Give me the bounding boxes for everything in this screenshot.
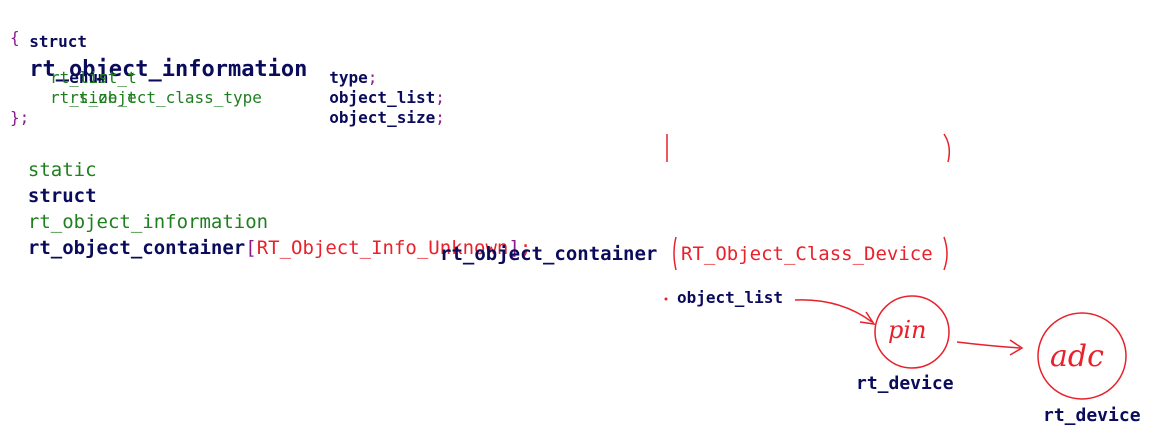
static-keyword: static (27, 159, 97, 181)
arrow-line (956, 341, 1021, 349)
field-semicolon: ; (435, 108, 445, 127)
arrow-line (794, 299, 873, 323)
diagram-container-label: rt_object_container (440, 243, 658, 265)
struct-header: struct rt_object_information (10, 0, 307, 82)
pin-node-circle (874, 295, 950, 369)
annotation-dot (664, 297, 668, 301)
adc-node-circle (1037, 312, 1127, 400)
object-list-label: object_list (677, 288, 783, 307)
container-type: rt_object_information (27, 211, 269, 233)
adc-caption: rt_device (1043, 405, 1141, 426)
annotation-bracket-left (673, 236, 677, 271)
struct-keyword: struct (27, 185, 97, 207)
annotation-bracket-right (943, 236, 948, 271)
arrow-head (859, 311, 876, 325)
arrow-head (1009, 339, 1024, 356)
open-bracket: [ (245, 237, 257, 259)
struct-field-list-type: rt_list_t (50, 68, 137, 87)
adc-node-label: adc (1050, 339, 1104, 374)
container-var: rt_object_container (27, 237, 246, 259)
diagram-class-index: RT_Object_Class_Device (681, 243, 933, 265)
field-name: object_size (329, 108, 436, 127)
open-brace: { (10, 28, 20, 47)
pin-caption: rt_device (856, 373, 954, 394)
struct-field-size-type: rt_size_t (50, 88, 137, 107)
annotation-bracket-right (943, 133, 951, 163)
struct-field-size-name: object_size; (310, 88, 445, 128)
pin-node-label: pin (888, 316, 927, 344)
close-brace: }; (10, 108, 30, 127)
